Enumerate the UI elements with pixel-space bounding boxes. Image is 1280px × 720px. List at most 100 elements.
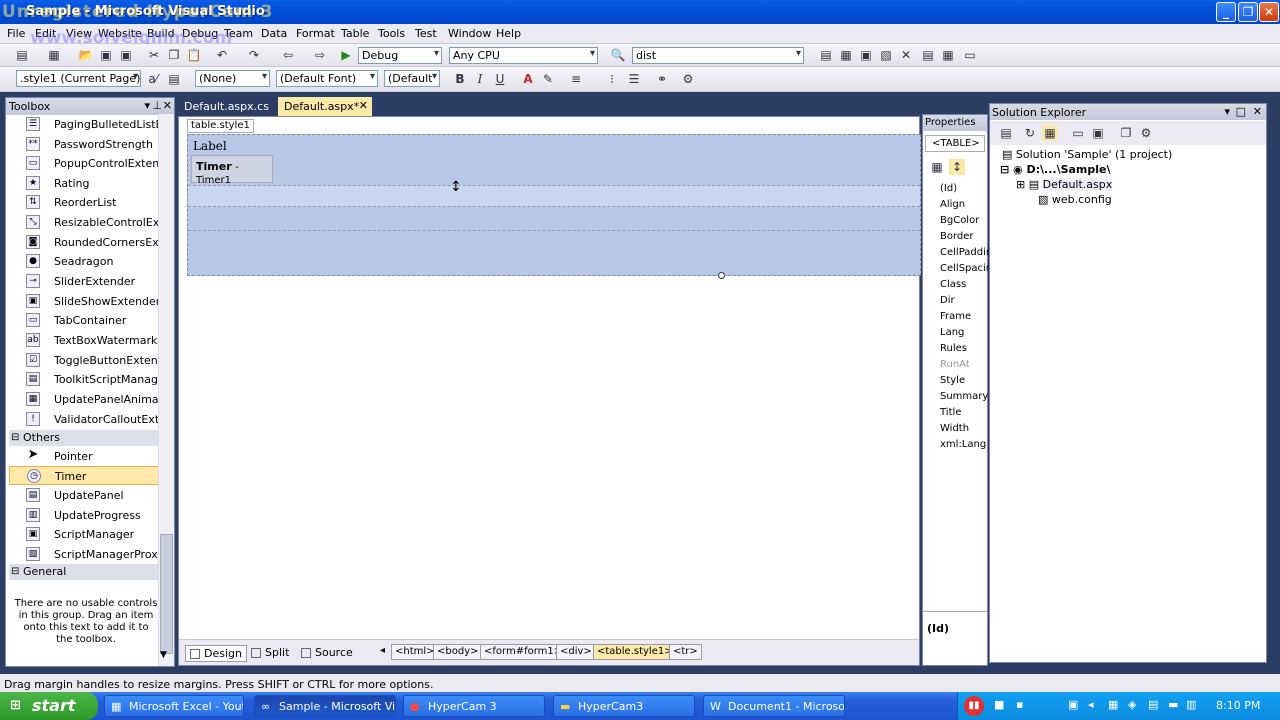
- design-view-button[interactable]: Design: [185, 645, 247, 662]
- alphabetical-icon[interactable]: ↕: [949, 159, 965, 175]
- project-node[interactable]: ⊟ ◉ D:\...\Sample\: [1000, 163, 1111, 176]
- cut-icon[interactable]: ✂: [146, 47, 162, 63]
- toolbox-item[interactable]: ▤ UpdatePanel: [9, 486, 159, 505]
- paste-icon[interactable]: 📋: [186, 47, 202, 63]
- restore-button[interactable]: ❐: [1238, 2, 1258, 22]
- start-button[interactable]: ⊞ start: [0, 692, 98, 720]
- property-lang[interactable]: Lang: [940, 327, 964, 338]
- toolbox-item[interactable]: ⤡ResizableControlExt...: [9, 213, 159, 232]
- scroll-thumb[interactable]: [160, 534, 173, 654]
- task-word[interactable]: WDocument1 - Microsof...: [703, 695, 845, 717]
- style-application-icon[interactable]: a⁄: [145, 71, 161, 87]
- tools-icon[interactable]: ✕: [898, 47, 914, 63]
- toolbox-item[interactable]: ▣ SlideShowExtender: [9, 292, 159, 311]
- property-id[interactable]: (Id): [940, 183, 957, 194]
- property-runat[interactable]: RunAt: [940, 359, 970, 370]
- block-format-dropdown[interactable]: (None): [195, 70, 270, 87]
- properties-object-dropdown[interactable]: <TABLE>: [925, 135, 985, 152]
- solex-menu-icon[interactable]: ▾: [1224, 105, 1230, 118]
- solex-maximize-icon[interactable]: □: [1236, 105, 1246, 118]
- style-dropdown[interactable]: .style1 (Current Page): [16, 70, 141, 87]
- toolbox-item[interactable]: ● Seadragon: [9, 252, 159, 271]
- label-control[interactable]: Label: [193, 139, 227, 153]
- close-tab-icon[interactable]: ✕: [359, 99, 368, 112]
- toolbar-options-icon[interactable]: ⚙: [680, 71, 696, 87]
- font-size-dropdown[interactable]: (Default: [384, 70, 440, 87]
- toolbox-icon[interactable]: ▧: [878, 47, 894, 63]
- save-all-icon[interactable]: ▣: [118, 47, 134, 63]
- breadcrumb-form[interactable]: <form#form1>: [480, 644, 567, 660]
- battery-icon[interactable]: ▬: [1168, 698, 1178, 711]
- italic-button[interactable]: I: [472, 71, 488, 87]
- update-icon[interactable]: ▤: [1148, 698, 1158, 711]
- property-cellspacing[interactable]: CellSpacin: [940, 263, 992, 274]
- justify-icon[interactable]: ≡: [568, 71, 584, 87]
- security-icon[interactable]: ◈: [1128, 698, 1136, 711]
- solution-node[interactable]: ▤ Solution 'Sample' (1 project): [1002, 148, 1172, 161]
- property-border[interactable]: Border: [940, 231, 974, 242]
- toolbox-group-others[interactable]: Others: [9, 430, 159, 446]
- copy-icon[interactable]: ❐: [166, 47, 182, 63]
- tab-default-aspx-cs[interactable]: Default.aspx.cs: [178, 97, 275, 116]
- numbered-list-icon[interactable]: ⁝: [604, 71, 620, 87]
- menu-format[interactable]: Format: [296, 27, 335, 40]
- task-excel[interactable]: ▦ Microsoft Excel - Yout...: [104, 695, 244, 717]
- property-style[interactable]: Style: [940, 375, 965, 386]
- solex-view-designer-icon[interactable]: ▣: [1090, 125, 1106, 141]
- property-cellpadding[interactable]: CellPaddin: [940, 247, 992, 258]
- font-name-dropdown[interactable]: (Default Font): [276, 70, 378, 87]
- network-icon[interactable]: ▣: [1068, 698, 1078, 711]
- close-button[interactable]: ✕: [1259, 2, 1279, 22]
- property-dir[interactable]: Dir: [940, 295, 955, 306]
- breadcrumb-tr[interactable]: <tr>: [669, 644, 702, 660]
- tray-icon[interactable]: ▦: [1108, 698, 1118, 711]
- property-summary[interactable]: Summary: [940, 391, 988, 402]
- property-class[interactable]: Class: [940, 279, 966, 290]
- solution-config-dropdown[interactable]: Debug: [358, 47, 442, 64]
- file-node[interactable]: ▧ web.config: [1038, 193, 1112, 206]
- design-table[interactable]: Label Timer - Timer1 ↕: [187, 134, 921, 279]
- breadcrumb-html[interactable]: <html>: [391, 644, 439, 660]
- design-surface[interactable]: table.style1 Label Timer - Timer1 ↕ Desi…: [178, 116, 921, 666]
- property-frame[interactable]: Frame: [940, 311, 971, 322]
- toolbox-item[interactable]: ▤ ToolkitScriptManager: [9, 370, 159, 389]
- camera-icon[interactable]: ▪: [1016, 698, 1023, 711]
- menu-table[interactable]: Table: [341, 27, 369, 40]
- menu-help[interactable]: Help: [496, 27, 521, 40]
- source-view-button[interactable]: Source: [297, 645, 357, 662]
- breadcrumb-body[interactable]: <body>: [433, 644, 483, 660]
- command-window-icon[interactable]: ▦: [940, 47, 956, 63]
- toolbox-item[interactable]: ▦UpdatePanelAnimati...: [9, 390, 159, 409]
- toolbox-item[interactable]: ➤ Pointer: [9, 447, 159, 466]
- underline-button[interactable]: U: [492, 71, 508, 87]
- record-icon[interactable]: ▮▮: [964, 696, 984, 716]
- task-visual-studio[interactable]: ∞Sample - Microsoft Vis...: [254, 695, 396, 717]
- navigate-forward-icon[interactable]: ⇨: [312, 47, 328, 63]
- breadcrumb-table[interactable]: <table.style1>: [593, 644, 677, 660]
- scroll-down-icon[interactable]: ▼: [160, 650, 167, 660]
- new-project-icon[interactable]: ▤: [14, 47, 30, 63]
- solex-refresh-icon[interactable]: ↻: [1022, 125, 1038, 141]
- toolbox-item[interactable]: ▧ ScriptManagerProxy: [9, 545, 159, 564]
- table-row[interactable]: [188, 185, 920, 207]
- toolbox-item[interactable]: ★ Rating: [9, 174, 159, 193]
- task-hypercam-folder[interactable]: ▬ HyperCam3: [553, 695, 695, 717]
- toolbox-item[interactable]: ▣ ScriptManager: [9, 525, 159, 544]
- start-page-icon[interactable]: ▤: [920, 47, 936, 63]
- bullet-list-icon[interactable]: ☰: [626, 71, 642, 87]
- property-bgcolor[interactable]: BgColor: [940, 215, 979, 226]
- start-debugging-icon[interactable]: ▶: [338, 47, 354, 63]
- more-tools-icon[interactable]: ▭: [962, 47, 978, 63]
- toolbox-item[interactable]: ▭PopupControlExtender: [9, 154, 159, 173]
- menu-test[interactable]: Test: [415, 27, 437, 40]
- property-xml-lang[interactable]: xml:Lang: [940, 439, 986, 450]
- solex-copy-website-icon[interactable]: ❐: [1118, 125, 1134, 141]
- timer-control[interactable]: Timer - Timer1: [191, 155, 273, 186]
- toolbox-close-icon[interactable]: ✕: [163, 99, 172, 112]
- add-item-icon[interactable]: ▦: [46, 47, 62, 63]
- toolbox-scrollbar[interactable]: ▼: [158, 114, 174, 666]
- solex-properties-icon[interactable]: ▤: [998, 125, 1014, 141]
- ime-icon[interactable]: ▥: [1186, 698, 1196, 711]
- property-rules[interactable]: Rules: [940, 343, 967, 354]
- toolbox-item[interactable]: ☑ToggleButtonExtender: [9, 351, 159, 370]
